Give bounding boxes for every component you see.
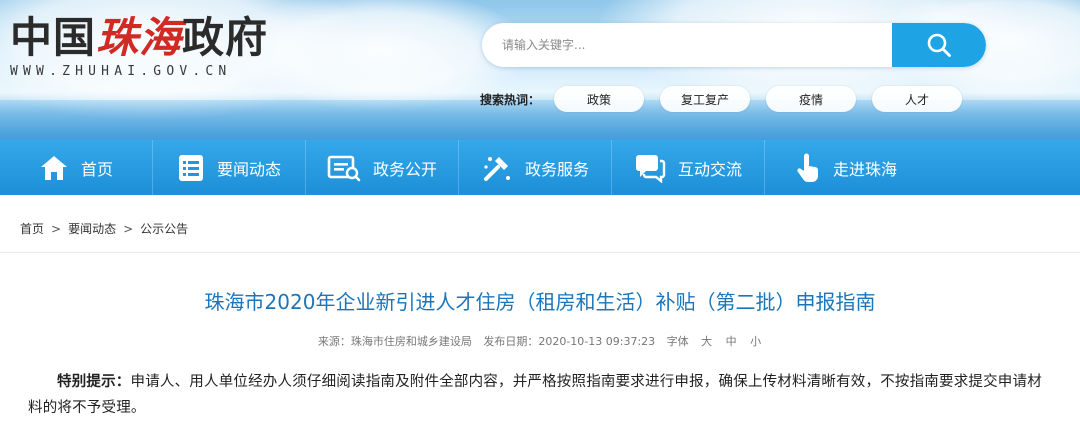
- nav-item-label: 政务服务: [524, 159, 589, 179]
- breadcrumb-news[interactable]: 要闻动态: [68, 220, 116, 237]
- logo-text-zhuhai: 珠海: [96, 13, 183, 62]
- divider: [0, 252, 1080, 253]
- font-size-medium-button[interactable]: 中: [726, 335, 737, 348]
- nav-item-gov-services[interactable]: 政务服务: [459, 140, 612, 195]
- nav-item-label: 政务公开: [372, 159, 437, 179]
- search-button[interactable]: [892, 23, 986, 67]
- breadcrumb: 首页 > 要闻动态 > 公示公告: [20, 220, 188, 237]
- hot-search-label: 搜索热词：: [480, 92, 541, 107]
- logo-title: 中国珠海政府: [10, 14, 268, 62]
- article-title: 珠海市2020年企业新引进人才住房（租房和生活）补贴（第二批）申报指南: [204, 290, 876, 314]
- nav-item-home[interactable]: 首页: [0, 140, 153, 195]
- article-source: 来源：珠海市住房和城乡建设局: [317, 335, 472, 348]
- breadcrumb-announcements[interactable]: 公示公告: [140, 220, 188, 237]
- hot-tag-policy[interactable]: 政策: [554, 86, 645, 112]
- notice-text: 申请人、用人单位经办人须仔细阅读指南及附件全部内容，并严格按照指南要求进行申报，…: [28, 374, 1042, 416]
- tools-icon: [483, 156, 510, 181]
- hot-tag-resume-work[interactable]: 复工复产: [660, 86, 751, 112]
- font-size-label: 字体: [666, 335, 689, 348]
- breadcrumb-separator: >: [51, 221, 62, 236]
- search-box: [482, 23, 986, 67]
- site-logo[interactable]: 中国珠海政府 WWW.ZHUHAI.GOV.CN: [10, 14, 268, 80]
- font-size-small-button[interactable]: 小: [750, 335, 761, 348]
- breadcrumb-home[interactable]: 首页: [20, 220, 44, 237]
- search-input[interactable]: [482, 23, 894, 67]
- font-size-large-button[interactable]: 大: [701, 335, 712, 348]
- search-icon: [927, 33, 951, 57]
- nav-item-label: 首页: [80, 159, 113, 179]
- list-icon: [178, 154, 203, 181]
- logo-text-china: 中国: [10, 13, 97, 62]
- nav-item-gov-affairs[interactable]: 政务公开: [306, 140, 459, 195]
- hand-pointer-icon: [797, 153, 818, 182]
- nav-item-about-zhuhai[interactable]: 走进珠海: [765, 140, 927, 195]
- hot-search-bar: 搜索热词： 政策 复工复产 疫情 人才: [480, 86, 978, 112]
- nav-item-label: 要闻动态: [216, 159, 281, 179]
- logo-url: WWW.ZHUHAI.GOV.CN: [10, 64, 232, 79]
- main-nav: 首页 要闻动态 政务公开 政务服务 互动交流 走进珠海: [0, 140, 1080, 195]
- notice-label: 特别提示：: [57, 374, 131, 390]
- article-notice: 特别提示：申请人、用人单位经办人须仔细阅读指南及附件全部内容，并严格按照指南要求…: [28, 369, 1052, 421]
- hot-tag-epidemic[interactable]: 疫情: [766, 86, 857, 112]
- document-icon: [327, 155, 361, 181]
- home-icon: [40, 155, 67, 180]
- article-meta: 来源：珠海市住房和城乡建设局 发布日期：2020-10-13 09:37:23 …: [0, 333, 1080, 349]
- chat-icon: [635, 154, 666, 183]
- hot-tag-talent[interactable]: 人才: [872, 86, 963, 112]
- nav-item-news[interactable]: 要闻动态: [153, 140, 306, 195]
- site-header: 中国珠海政府 WWW.ZHUHAI.GOV.CN 搜索热词： 政策 复工复产 疫…: [0, 0, 1080, 140]
- nav-item-interaction[interactable]: 互动交流: [612, 140, 765, 195]
- article-publish-date: 发布日期：2020-10-13 09:37:23: [483, 335, 656, 348]
- breadcrumb-separator: >: [123, 221, 134, 236]
- nav-item-label: 走进珠海: [832, 159, 897, 179]
- logo-text-government: 政府: [182, 13, 269, 62]
- nav-item-label: 互动交流: [677, 159, 742, 179]
